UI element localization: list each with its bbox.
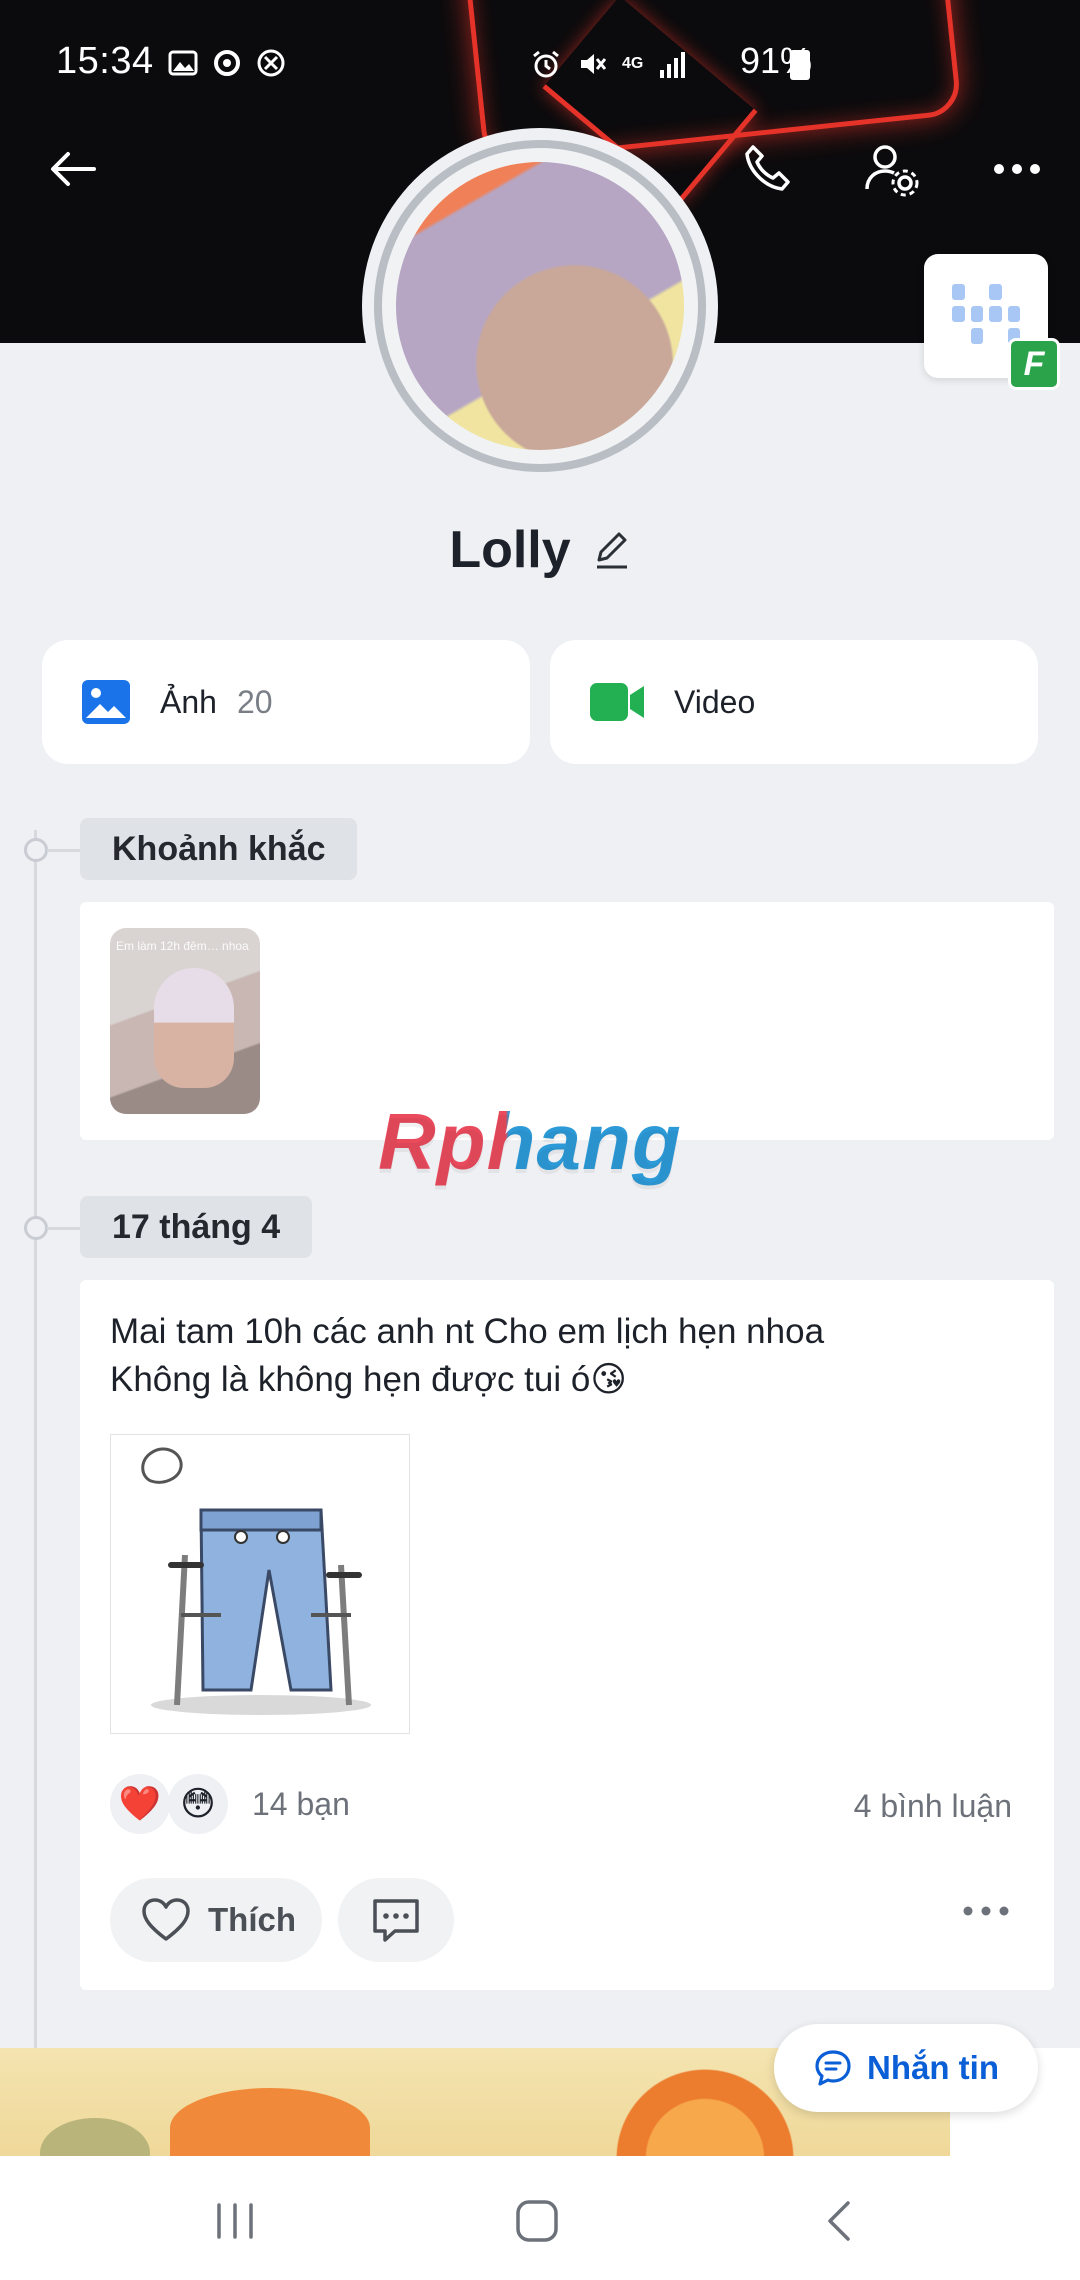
- photos-count: 20: [236, 683, 273, 720]
- more-options-button[interactable]: [982, 134, 1052, 204]
- post-image[interactable]: [110, 1434, 410, 1734]
- chat-bubble-icon: [815, 2050, 851, 2086]
- signal-icon: [660, 52, 686, 78]
- network-type: 4G: [622, 55, 644, 72]
- avatar-image: [396, 162, 684, 450]
- post-text[interactable]: Mai tam 10h các anh nt Cho em lịch hẹn n…: [110, 1308, 824, 1404]
- qr-grid-icon: [952, 284, 1020, 344]
- arrow-left-icon: [51, 152, 96, 186]
- post-text-line-1: Mai tam 10h các anh nt Cho em lịch hẹn n…: [110, 1312, 825, 1351]
- status-system-icons: 4G: [530, 48, 689, 80]
- app-notification-icon: [257, 49, 285, 77]
- videos-tile[interactable]: Video: [550, 640, 1038, 764]
- profile-avatar[interactable]: [362, 128, 718, 484]
- back-button[interactable]: [38, 134, 108, 204]
- recent-apps-button[interactable]: [200, 2186, 270, 2256]
- alarm-icon: [533, 50, 559, 78]
- recent-apps-icon: [217, 2203, 253, 2239]
- send-message-label: Nhắn tin: [867, 2049, 999, 2086]
- comment-button[interactable]: [338, 1878, 454, 1962]
- pencil-icon[interactable]: [593, 530, 631, 570]
- status-time: 15:34: [56, 40, 154, 82]
- more-horizontal-icon: [994, 164, 1040, 174]
- photos-label: Ảnh: [160, 683, 217, 720]
- like-label: Thích: [208, 1901, 296, 1938]
- jeans-crutches-illustration: [141, 1447, 371, 1715]
- send-message-button[interactable]: Nhắn tin: [774, 2024, 1038, 2112]
- date-label: 17 tháng 4: [80, 1196, 313, 1258]
- heart-outline-icon: [142, 1898, 190, 1941]
- status-notification-icons: [168, 48, 286, 78]
- sync-notification-icon: [214, 50, 240, 76]
- video-camera-icon: [590, 683, 644, 721]
- photos-tile[interactable]: Ảnh 20: [42, 640, 530, 764]
- system-back-button[interactable]: [804, 2186, 874, 2256]
- timeline-tick: [47, 849, 81, 852]
- moment-caption: Em làm 12h đêm… nhoa: [116, 939, 249, 953]
- heart-reaction-icon: ❤️: [110, 1774, 170, 1834]
- surprised-reaction-icon: 😳: [168, 1774, 228, 1834]
- phone-icon: [745, 145, 790, 191]
- banner-decoration: [170, 2088, 370, 2156]
- profile-settings-button[interactable]: [856, 134, 926, 204]
- comment-count[interactable]: 4 bình luận: [854, 1788, 1012, 1825]
- watermark-logo: Rphang: [378, 1097, 682, 1186]
- status-bar: 15:34 4G 91%: [0, 0, 1080, 130]
- more-horizontal-icon: [963, 1906, 1009, 1916]
- comment-icon: [373, 1899, 419, 1942]
- chevron-left-icon: [828, 2201, 850, 2241]
- moment-thumbnail[interactable]: Em làm 12h đêm… nhoa: [110, 928, 260, 1114]
- home-icon: [516, 2200, 558, 2242]
- profile-name-row: Lolly: [0, 520, 1080, 580]
- call-button[interactable]: [732, 134, 802, 204]
- avatar-ring: [374, 140, 706, 472]
- videos-label: Video: [674, 683, 756, 720]
- timeline-dot: [24, 1216, 48, 1240]
- moments-label: Khoảnh khắc: [80, 818, 358, 880]
- timeline-tick: [47, 1227, 81, 1230]
- profile-name: Lolly: [449, 521, 571, 579]
- post-more-button[interactable]: [962, 1904, 1010, 1922]
- system-navigation-bar: [0, 2156, 1080, 2280]
- app-badge: F: [1008, 338, 1060, 390]
- banner-decoration: [40, 2118, 150, 2156]
- like-button[interactable]: Thích: [110, 1878, 322, 1962]
- reaction-summary[interactable]: ❤️ 😳 14 bạn: [110, 1774, 350, 1834]
- reaction-count: 14 bạn: [252, 1785, 350, 1822]
- photo-icon: [82, 680, 130, 724]
- gallery-notification-icon: [168, 50, 198, 76]
- battery-icon: [790, 50, 810, 80]
- mute-icon: [581, 54, 607, 74]
- user-gear-icon: [865, 145, 919, 197]
- moment-image-content: [154, 968, 234, 1088]
- post-text-line-2: Không là không hẹn được tui ó😘: [110, 1360, 627, 1399]
- post-card: Mai tam 10h các anh nt Cho em lịch hẹn n…: [80, 1280, 1054, 1990]
- home-button[interactable]: [502, 2186, 572, 2256]
- timeline-dot: [24, 838, 48, 862]
